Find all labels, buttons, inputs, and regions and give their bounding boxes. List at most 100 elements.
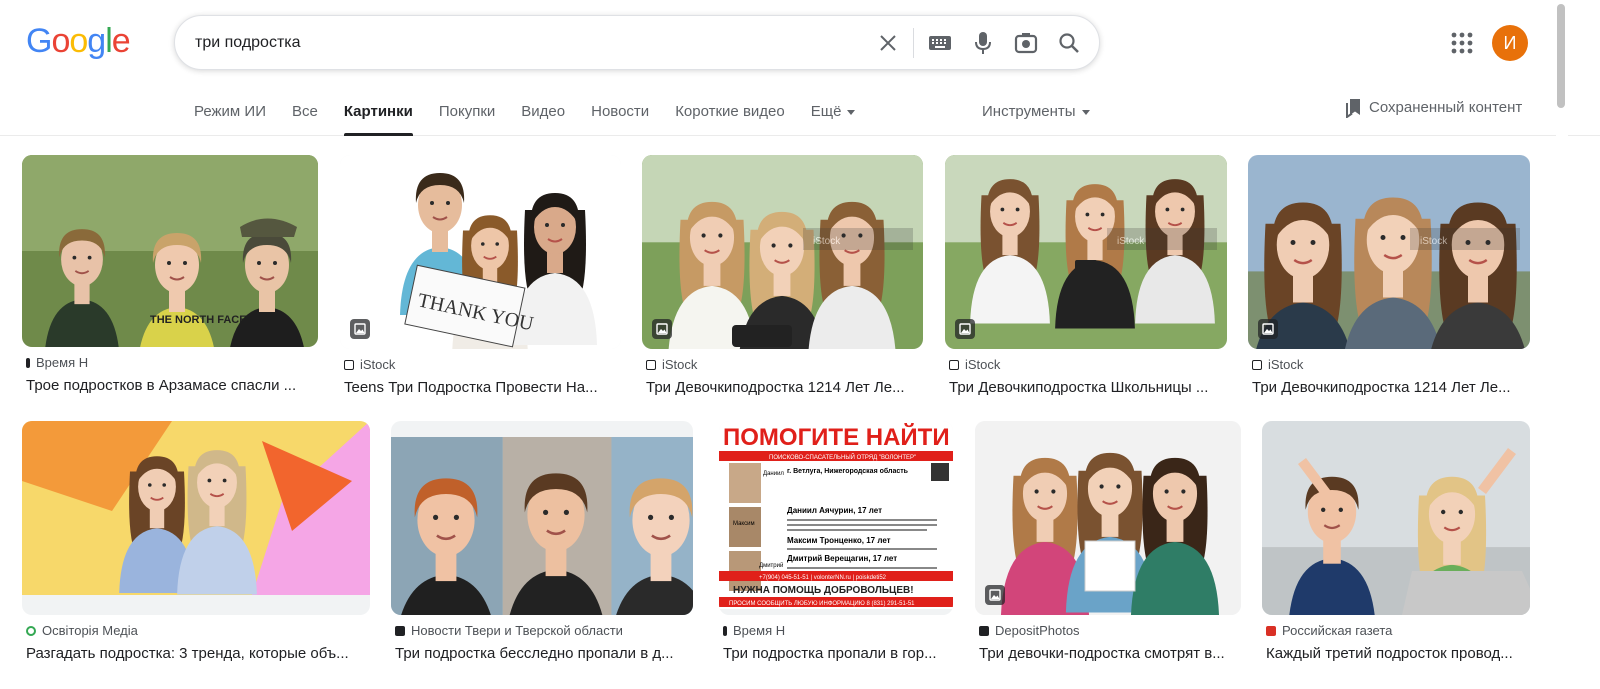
image-badge-icon: [350, 319, 370, 339]
result-source[interactable]: iStock: [949, 357, 1000, 373]
result-title[interactable]: Три Девочкиподростка 1214 Лет Ле...: [1252, 378, 1530, 398]
avatar[interactable]: И: [1492, 25, 1528, 61]
thumbnail-image: [1262, 421, 1530, 615]
poster-label: Максим: [733, 521, 755, 527]
watermark-text: iStock: [1117, 236, 1145, 247]
thumbnail-frame[interactable]: iStock: [945, 155, 1227, 349]
thumbnail-image: THANK YOU: [340, 155, 621, 349]
result-source[interactable]: Российская газета: [1266, 623, 1392, 639]
result-title[interactable]: Три подростка бесследно пропали в д...: [395, 644, 693, 664]
result-source-label: Российская газета: [1282, 623, 1393, 638]
camera-icon[interactable]: [1013, 30, 1039, 56]
result-source[interactable]: DepositPhotos: [979, 623, 1080, 639]
result-source-label: Новости Твери и Тверской области: [411, 623, 623, 638]
thumbnail-image: ПОМОГИТЕ НАЙТИ ПОИСКОВО-СПАСАТЕЛЬНЫЙ ОТР…: [719, 421, 953, 609]
result-source[interactable]: iStock: [344, 357, 395, 373]
thumbnail-frame[interactable]: ПОМОГИТЕ НАЙТИ ПОИСКОВО-СПАСАТЕЛЬНЫЙ ОТР…: [719, 421, 953, 615]
tab-5[interactable]: Новости: [591, 100, 649, 136]
chevron-down-icon: [1081, 109, 1090, 115]
result-source[interactable]: iStock: [646, 357, 697, 373]
thumbnail-frame[interactable]: THANK YOU: [340, 155, 621, 349]
image-result-card[interactable]: iStock iStock Три Девочкиподростка 1214 Ле…: [642, 155, 923, 398]
thumbnail-frame[interactable]: [1262, 421, 1530, 615]
image-badge-icon: [652, 319, 672, 339]
image-result-card[interactable]: THE NORTH FACE Время Н Трое подростков в …: [22, 155, 318, 395]
watermark-text: iStock: [813, 236, 841, 247]
thumbnail-frame[interactable]: iStock: [1248, 155, 1530, 349]
tab-label: Режим ИИ: [194, 103, 266, 120]
source-favicon-icon: [646, 360, 656, 370]
logo-letter: G: [26, 22, 52, 60]
result-title[interactable]: Трое подростков в Арзамасе спасли ...: [26, 376, 318, 396]
result-source-label: Время Н: [36, 355, 89, 370]
google-logo[interactable]: Google: [26, 22, 131, 61]
result-source-label: iStock: [1268, 357, 1304, 372]
poster-contacts: +7(904) 045-51-51 | volonterNN.ru | pois…: [759, 575, 887, 581]
result-title[interactable]: Три Девочкиподростка 1214 Лет Ле...: [646, 378, 923, 398]
bookmark-icon: [1346, 99, 1360, 118]
image-result-card[interactable]: iStock iStock Три Девочкиподростка Школьни…: [945, 155, 1227, 398]
search-tabs: Режим ИИ Все Картинки Покупки Видео Новости Ко…: [194, 100, 881, 136]
tools-label: Инструменты: [982, 103, 1076, 120]
thumbnail-frame[interactable]: THE NORTH FACE: [22, 155, 318, 347]
result-source[interactable]: Новости Твери и Тверской области: [395, 623, 623, 639]
result-title[interactable]: Каждый третий подросток провод...: [1266, 644, 1530, 664]
watermark-text: iStock: [1420, 236, 1448, 247]
header: Google И Режим ИИ Все Картинки Покупки Видео…: [0, 0, 1600, 136]
logo-letter: g: [87, 22, 106, 60]
tools-button[interactable]: Инструменты: [982, 100, 1090, 124]
thumbnail-frame[interactable]: [975, 421, 1241, 615]
search-icon[interactable]: [1056, 30, 1082, 56]
mic-icon[interactable]: [970, 30, 996, 56]
image-result-card[interactable]: Новости Твери и Тверской области Три подр…: [391, 421, 693, 664]
clear-icon[interactable]: [875, 30, 901, 56]
search-input[interactable]: [195, 31, 855, 55]
tab-0[interactable]: Режим ИИ: [194, 100, 266, 136]
poster-footer2: ПРОСИМ СООБЩИТЬ ЛЮБУЮ ИНФОРМАЦИЮ 8 (831)…: [729, 601, 915, 607]
image-result-card[interactable]: ПОМОГИТЕ НАЙТИ ПОИСКОВО-СПАСАТЕЛЬНЫЙ ОТР…: [719, 421, 953, 664]
poster-name: Дмитрий Верещагин, 17 лет: [787, 554, 897, 563]
poster-name: Максим Тронценко, 17 лет: [787, 536, 891, 545]
thumbnail-image: iStock: [1248, 155, 1530, 349]
result-title[interactable]: Три Девочкиподростка Школьницы ...: [949, 378, 1227, 398]
scrollbar-thumb[interactable]: [1557, 4, 1565, 108]
thumbnail-frame[interactable]: iStock: [642, 155, 923, 349]
source-favicon-icon: [1266, 626, 1276, 636]
tab-3[interactable]: Покупки: [439, 100, 495, 136]
saved-content-button[interactable]: Сохраненный контент: [1345, 96, 1522, 120]
image-result-card[interactable]: DepositPhotos Три девочки-подростка смотр…: [975, 421, 1241, 664]
image-result-card[interactable]: THANK YOU iStock Teens Три Подростка Прове…: [340, 155, 621, 398]
thumbnail-frame[interactable]: [391, 421, 693, 615]
image-result-card[interactable]: iStock iStock Три Девочкиподростка 1214 Ле…: [1248, 155, 1530, 398]
apps-icon[interactable]: [1449, 30, 1475, 56]
result-source[interactable]: Освіторія Медіа: [26, 623, 138, 639]
tab-label: Короткие видео: [675, 103, 785, 120]
poster-place: г. Ветлуга, Нижегородская область: [787, 467, 909, 475]
search-divider: [913, 28, 914, 58]
tab-label: Видео: [521, 103, 566, 120]
thumbnail-image: [975, 421, 1241, 615]
result-title[interactable]: Три подростка пропали в гор...: [723, 644, 953, 664]
result-title[interactable]: Три девочки-подростка смотрят в...: [979, 644, 1241, 664]
thumbnail-image: THE NORTH FACE: [22, 155, 318, 347]
source-favicon-icon: [26, 358, 30, 368]
source-favicon-icon: [723, 626, 727, 636]
image-result-card[interactable]: Российская газета Каждый третий подросток…: [1262, 421, 1530, 664]
tab-7[interactable]: Ещё: [811, 100, 856, 136]
tab-1[interactable]: Все: [292, 100, 318, 136]
tab-6[interactable]: Короткие видео: [675, 100, 785, 136]
tab-4[interactable]: Видео: [521, 100, 565, 136]
tab-label: Покупки: [438, 103, 496, 120]
result-title[interactable]: Разгадать подростка: 3 тренда, которые о…: [26, 644, 370, 664]
tab-label: Картинки: [343, 103, 413, 120]
result-source[interactable]: iStock: [1252, 357, 1303, 373]
tab-2[interactable]: Картинки: [343, 100, 413, 136]
image-badge-icon: [955, 319, 975, 339]
thumbnail-frame[interactable]: [22, 421, 370, 615]
result-source[interactable]: Время Н: [723, 623, 785, 639]
tab-label: Ещё: [810, 103, 842, 120]
result-source[interactable]: Время Н: [26, 355, 88, 371]
result-title[interactable]: Teens Три Подростка Провести На...: [344, 378, 621, 398]
keyboard-icon[interactable]: [927, 30, 953, 56]
image-result-card[interactable]: Освіторія Медіа Разгадать подростка: 3 тр…: [22, 421, 370, 664]
